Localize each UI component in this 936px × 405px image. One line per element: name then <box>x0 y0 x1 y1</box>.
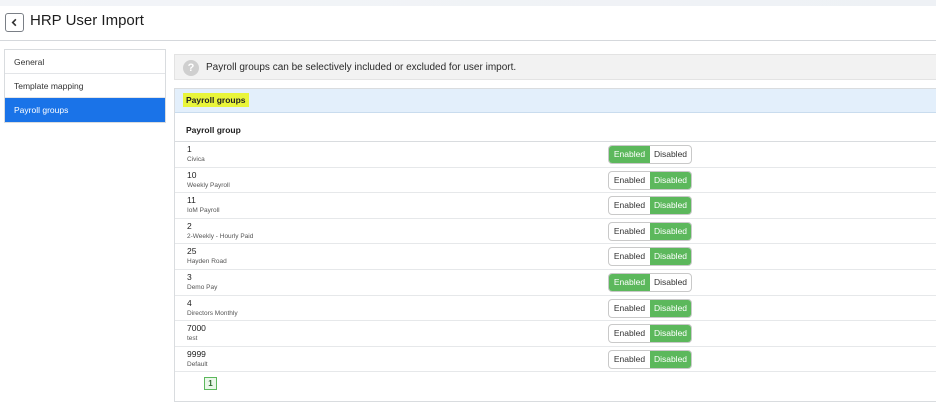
page-title: HRP User Import <box>30 12 144 29</box>
payroll-group-name: Weekly Payroll <box>187 181 230 189</box>
payroll-group-id: 3 <box>187 271 192 282</box>
chevron-left-icon <box>11 18 17 27</box>
enabled-option[interactable]: Enabled <box>609 146 650 163</box>
enabled-option[interactable]: Enabled <box>609 300 650 317</box>
payroll-group-id: 1 <box>187 144 192 154</box>
disabled-option[interactable]: Disabled <box>650 248 691 266</box>
payroll-group-id: 7000 <box>187 323 206 334</box>
payroll-group-name: test <box>187 335 198 343</box>
enabled-disabled-toggle: Enabled Disabled <box>608 324 692 344</box>
payroll-group-name: Directors Monthly <box>187 309 238 317</box>
payroll-group-name: Hayden Road <box>187 258 227 266</box>
info-text: Payroll groups can be selectively includ… <box>206 62 517 73</box>
info-banner: ? Payroll groups can be selectively incl… <box>174 54 936 80</box>
sidebar-item-general[interactable]: General <box>5 50 165 74</box>
payroll-group-id: 25 <box>187 246 197 257</box>
disabled-option[interactable]: Disabled <box>650 350 691 368</box>
enabled-disabled-toggle: Enabled Disabled <box>608 170 692 190</box>
payroll-group-id: 9999 <box>187 348 206 359</box>
enabled-disabled-toggle: Enabled Disabled <box>608 349 692 369</box>
enabled-disabled-toggle: Enabled Disabled <box>608 272 692 292</box>
payroll-group-id: 4 <box>187 297 192 308</box>
disabled-option[interactable]: Disabled <box>650 146 691 163</box>
enabled-disabled-toggle: Enabled Disabled <box>608 247 692 267</box>
enabled-disabled-toggle: Enabled Disabled <box>608 221 692 241</box>
enabled-disabled-toggle: Enabled Disabled <box>608 196 692 216</box>
payroll-group-list: 1 Civica Enabled Disabled 10 Weekly Payroll En… <box>175 142 936 373</box>
panel-title: Payroll groups <box>183 93 249 107</box>
table-row: 10 Weekly Payroll Enabled Disabled <box>175 168 936 194</box>
payroll-group-name: IoM Payroll <box>187 207 220 215</box>
payroll-group-name: Default <box>187 360 208 368</box>
enabled-option[interactable]: Enabled <box>609 351 650 368</box>
disabled-option[interactable]: Disabled <box>650 222 691 240</box>
back-button[interactable] <box>5 13 24 32</box>
enabled-option[interactable]: Enabled <box>609 223 650 240</box>
disabled-option[interactable]: Disabled <box>650 325 691 343</box>
sidebar-item-template-mapping[interactable]: Template mapping <box>5 74 165 98</box>
sidebar: General Template mapping Payroll groups <box>4 49 166 123</box>
table-row: 25 Hayden Road Enabled Disabled <box>175 244 936 270</box>
table-row: 2 2-Weekly - Hourly Paid Enabled Disabled <box>175 219 936 245</box>
page-header: HRP User Import <box>0 6 936 41</box>
enabled-disabled-toggle: Enabled Disabled <box>608 145 692 164</box>
table-row: 4 Directors Monthly Enabled Disabled <box>175 296 936 322</box>
disabled-option[interactable]: Disabled <box>650 171 691 189</box>
table-row: 7000 test Enabled Disabled <box>175 321 936 347</box>
payroll-group-name: Civica <box>187 156 205 163</box>
table-row: 3 Demo Pay Enabled Disabled <box>175 270 936 296</box>
disabled-option[interactable]: Disabled <box>650 197 691 215</box>
enabled-option[interactable]: Enabled <box>609 325 650 342</box>
pagination-page-1[interactable]: 1 <box>204 377 217 390</box>
disabled-option[interactable]: Disabled <box>650 274 691 291</box>
payroll-groups-panel: Payroll groups Payroll group 1 Civica Enab… <box>174 88 936 402</box>
question-icon: ? <box>183 60 199 76</box>
enabled-option[interactable]: Enabled <box>609 273 650 291</box>
table-row: 11 IoM Payroll Enabled Disabled <box>175 193 936 219</box>
sidebar-item-payroll-groups[interactable]: Payroll groups <box>5 98 165 122</box>
table-row: 1 Civica Enabled Disabled <box>175 142 936 168</box>
payroll-group-name: Demo Pay <box>187 283 218 291</box>
payroll-group-id: 11 <box>187 195 196 206</box>
table-row: 9999 Default Enabled Disabled <box>175 347 936 373</box>
column-header-payroll-group: Payroll group <box>186 125 241 135</box>
payroll-group-id: 10 <box>187 169 197 180</box>
enabled-disabled-toggle: Enabled Disabled <box>608 298 692 318</box>
enabled-option[interactable]: Enabled <box>609 197 650 214</box>
enabled-option[interactable]: Enabled <box>609 172 650 189</box>
enabled-option[interactable]: Enabled <box>609 248 650 265</box>
payroll-group-id: 2 <box>187 220 192 231</box>
disabled-option[interactable]: Disabled <box>650 299 691 317</box>
panel-header: Payroll groups <box>175 89 936 113</box>
payroll-group-name: 2-Weekly - Hourly Paid <box>187 232 254 240</box>
